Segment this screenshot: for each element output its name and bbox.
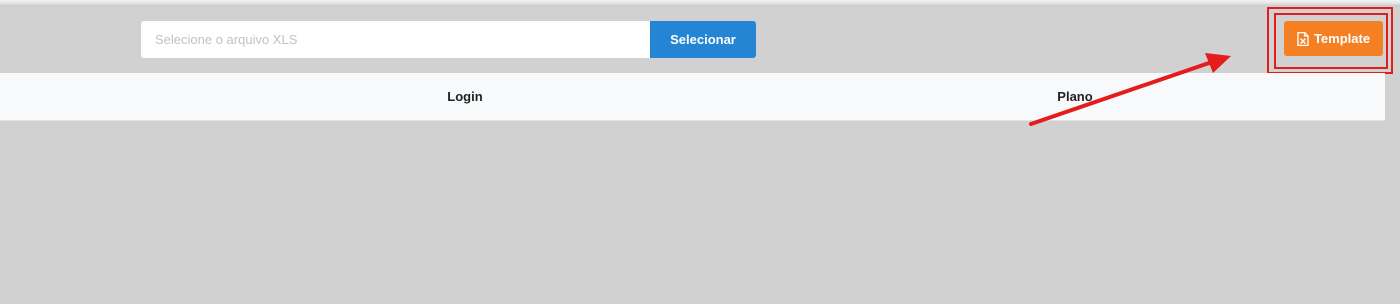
file-excel-icon (1297, 31, 1309, 46)
select-file-button[interactable]: Selecionar (650, 21, 756, 58)
column-header-plano[interactable]: Plano (767, 73, 1383, 120)
template-button-label: Template (1313, 31, 1371, 46)
top-divider (0, 0, 1400, 7)
column-header-login[interactable]: Login (163, 73, 767, 120)
page: Selecionar Template Login Plano (0, 0, 1400, 304)
file-path-input[interactable] (141, 21, 650, 58)
template-button[interactable]: Template (1284, 21, 1383, 56)
table-header: Login Plano (0, 73, 1385, 121)
